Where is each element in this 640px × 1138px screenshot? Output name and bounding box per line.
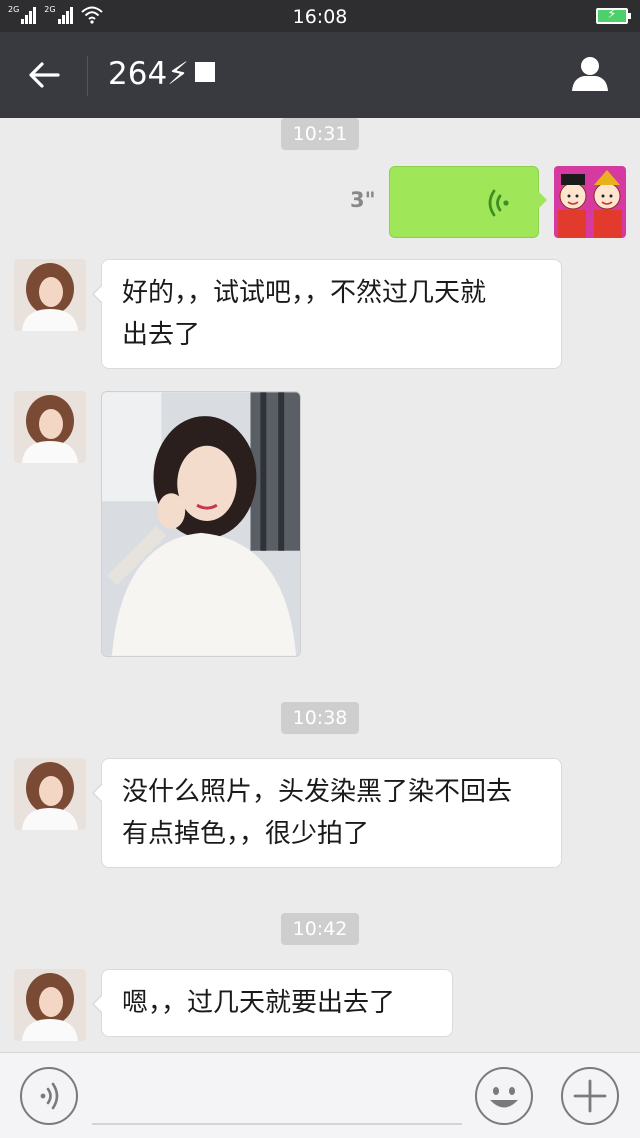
voice-icon: [40, 1082, 59, 1110]
back-arrow-icon[interactable]: [24, 56, 64, 94]
input-bar: [0, 1052, 640, 1138]
message-line: 好的，，试试吧，，不然过几天就: [122, 278, 487, 308]
chat-title-text: 264⚡: [108, 56, 189, 92]
title-square-glyph: [194, 62, 215, 82]
my-avatar[interactable]: [554, 166, 626, 238]
timestamp-text: 10:31: [280, 118, 360, 150]
emoji-button[interactable]: [475, 1067, 533, 1125]
chat-title: 264⚡: [108, 56, 215, 92]
person-icon[interactable]: [570, 54, 610, 94]
clock: 16:08: [292, 6, 348, 28]
battery-icon: ⚡: [596, 7, 631, 24]
incoming-message[interactable]: 没什么照片，头发染黑了染不回去 有点掉色，，很少拍了: [92, 758, 562, 868]
plus-icon: [573, 1079, 607, 1113]
message-input[interactable]: [92, 1123, 462, 1125]
header-divider: [87, 56, 88, 96]
more-button[interactable]: [561, 1067, 619, 1125]
timestamp: 10:31: [0, 118, 640, 150]
voice-wave-icon: [488, 189, 509, 217]
timestamp-text: 10:42: [280, 913, 360, 945]
message-list[interactable]: 10:31 3" 好的，，试试吧，，不然过几天就 出去了 10:38 没什么照片…: [0, 118, 640, 1052]
status-bar: 2G 2G 16:08 ⚡: [0, 0, 640, 32]
incoming-message[interactable]: 好的，，试试吧，，不然过几天就 出去了: [92, 259, 562, 369]
voice-message-bubble[interactable]: [389, 166, 547, 238]
emoji-icon: [490, 1087, 518, 1108]
message-line: 嗯，，过几天就要出去了: [122, 988, 396, 1018]
contact-avatar[interactable]: [14, 758, 86, 830]
message-line: 没什么照片，头发染黑了染不回去: [122, 777, 513, 807]
timestamp: 10:38: [0, 702, 640, 734]
timestamp: 10:42: [0, 913, 640, 945]
contact-avatar[interactable]: [14, 259, 86, 331]
voice-duration: 3": [350, 188, 376, 212]
chat-header: 264⚡: [0, 32, 640, 118]
incoming-photo[interactable]: [101, 391, 301, 657]
timestamp-text: 10:38: [280, 702, 360, 734]
message-line: 出去了: [122, 320, 201, 350]
contact-avatar[interactable]: [14, 391, 86, 463]
incoming-message[interactable]: 嗯，，过几天就要出去了: [92, 969, 453, 1037]
voice-toggle-button[interactable]: [20, 1067, 78, 1125]
message-line: 有点掉色，，很少拍了: [122, 819, 370, 849]
contact-avatar[interactable]: [14, 969, 86, 1041]
